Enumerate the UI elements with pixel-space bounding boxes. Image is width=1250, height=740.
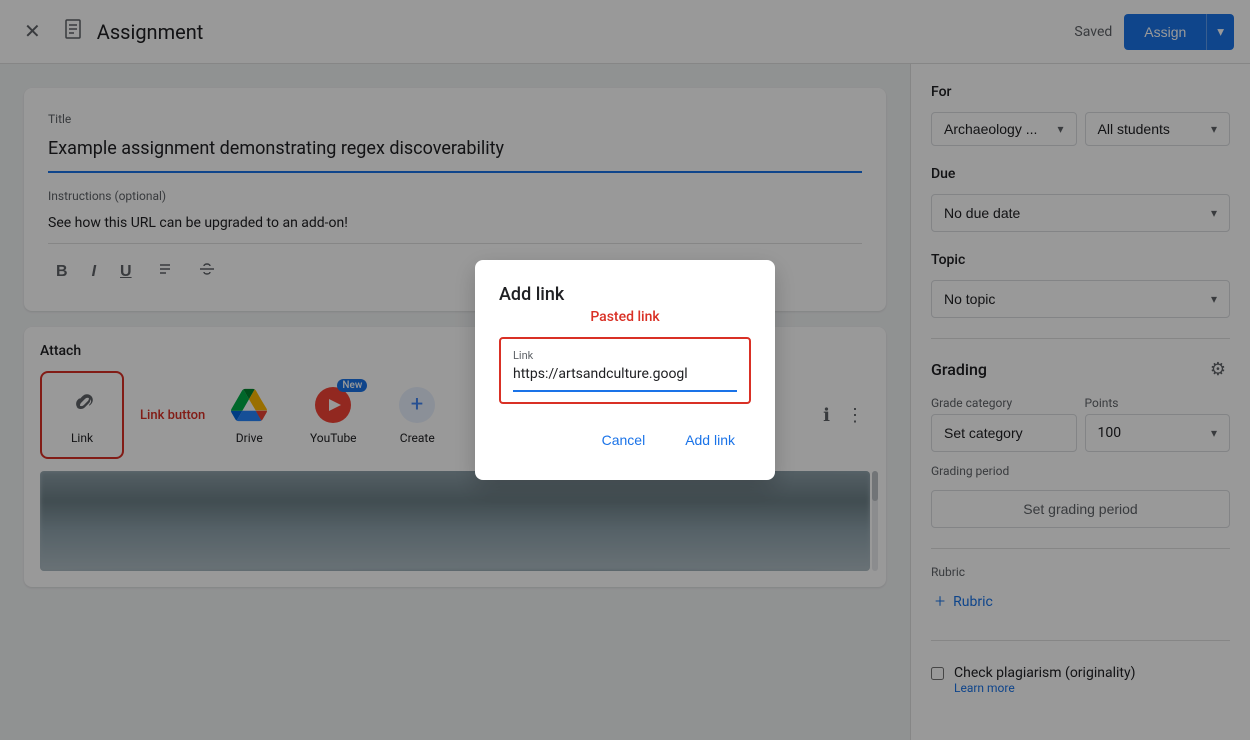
pasted-link-label: Pasted link (499, 309, 751, 325)
add-link-modal: Add link Pasted link Link https://artsan… (475, 260, 775, 480)
link-input-wrapper: Link https://artsandculture.googl (499, 337, 751, 404)
cancel-button[interactable]: Cancel (586, 424, 662, 456)
modal-title: Add link (499, 284, 751, 305)
link-input-underline (513, 390, 737, 392)
link-field-label: Link (513, 349, 737, 362)
modal-actions: Cancel Add link (499, 424, 751, 456)
link-field-value[interactable]: https://artsandculture.googl (513, 366, 737, 382)
modal-overlay: Add link Pasted link Link https://artsan… (0, 0, 1250, 740)
add-link-button[interactable]: Add link (669, 424, 751, 456)
